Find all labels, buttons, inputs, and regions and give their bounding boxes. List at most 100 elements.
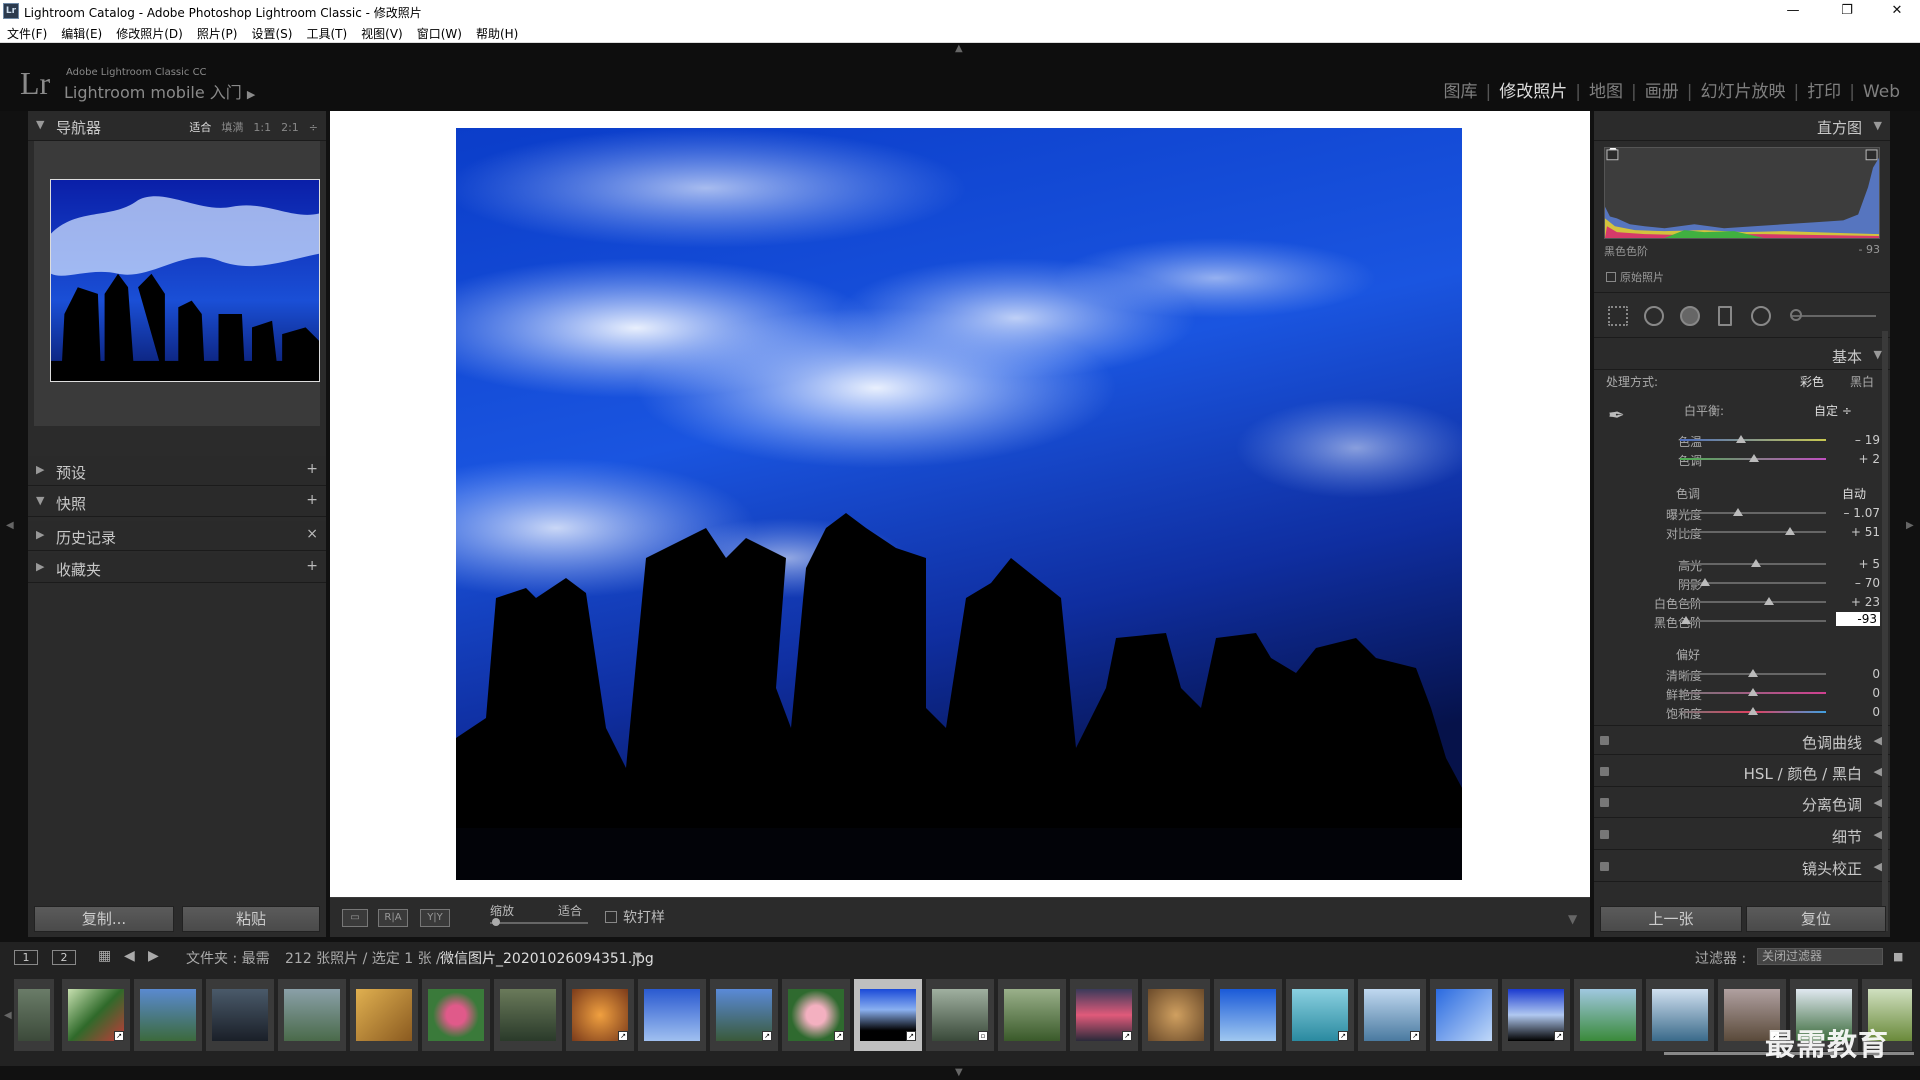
slider-value[interactable]: 0 xyxy=(1872,667,1880,681)
copy-button[interactable]: 复制... xyxy=(34,906,174,932)
panel-toggle-switch-icon[interactable] xyxy=(1600,767,1609,776)
add-preset-icon[interactable]: + xyxy=(306,461,318,477)
filter-lock-icon[interactable]: ■ xyxy=(1893,950,1903,963)
menu-help[interactable]: 帮助(H) xyxy=(469,23,525,42)
slider-clarity[interactable]: 清晰度 0 xyxy=(1594,665,1890,683)
checkbox-icon[interactable] xyxy=(1606,272,1616,282)
slider-exposure[interactable]: 曝光度 – 1.07 xyxy=(1594,504,1890,522)
slider-handle[interactable] xyxy=(1749,454,1760,462)
module-library[interactable]: 图库 xyxy=(1436,82,1486,102)
tone-curve-header[interactable]: 色调曲线 ◀ xyxy=(1594,725,1890,755)
slider-vibrance[interactable]: 鲜艳度 0 xyxy=(1594,684,1890,702)
module-map[interactable]: 地图 xyxy=(1581,82,1631,102)
filter-dropdown[interactable]: 关闭过滤器 xyxy=(1757,948,1883,965)
slider-shadows[interactable]: 阴影 – 70 xyxy=(1594,574,1890,592)
filmstrip-thumbnail[interactable]: ↗ xyxy=(1070,979,1138,1051)
treatment-color-option[interactable]: 彩色 xyxy=(1800,373,1824,390)
slider-value[interactable]: – 19 xyxy=(1855,433,1880,447)
collapse-filmstrip-arrow-icon[interactable]: ▼ xyxy=(955,1067,963,1078)
menu-file[interactable]: 文件(F) xyxy=(0,23,54,42)
filmstrip-thumbnail[interactable]: ↗ xyxy=(566,979,634,1051)
lens-corrections-header[interactable]: 镜头校正 ◀ xyxy=(1594,852,1890,882)
filmstrip-thumbnail[interactable] xyxy=(1214,979,1282,1051)
module-book[interactable]: 画册 xyxy=(1637,82,1687,102)
filmstrip-thumbnail[interactable] xyxy=(1646,979,1714,1051)
filmstrip-thumbnail[interactable] xyxy=(1142,979,1210,1051)
filmstrip-thumbnail[interactable]: ↗ xyxy=(710,979,778,1051)
slider-whites[interactable]: 白色色阶 + 23 xyxy=(1594,593,1890,611)
original-photo-checkbox[interactable]: 原始照片 xyxy=(1606,269,1664,285)
secondary-window-button[interactable]: 2 xyxy=(52,950,76,965)
slider-value[interactable]: 0 xyxy=(1872,705,1880,719)
slider-handle[interactable] xyxy=(1733,508,1744,516)
folder-source-label[interactable]: 文件夹 : 最需 xyxy=(186,948,270,968)
forward-arrow-icon[interactable]: ▶ xyxy=(148,948,159,964)
filmstrip-thumbnail[interactable]: ▫ xyxy=(926,979,994,1051)
filename-dropdown-icon[interactable]: ▼ xyxy=(634,951,642,962)
split-toning-header[interactable]: 分离色调 ◀ xyxy=(1594,788,1890,818)
histogram-chart[interactable] xyxy=(1604,147,1880,239)
slider-handle[interactable] xyxy=(1748,688,1758,696)
filmstrip-thumbnail[interactable] xyxy=(998,979,1066,1051)
slider-contrast[interactable]: 对比度 + 51 xyxy=(1594,523,1890,541)
slider-value[interactable]: + 51 xyxy=(1851,525,1880,539)
filmstrip-thumbnail[interactable]: ↗ xyxy=(1358,979,1426,1051)
blacks-value-input[interactable]: -93 xyxy=(1836,612,1880,626)
filmstrip-thumbnail[interactable] xyxy=(1430,979,1498,1051)
filmstrip-thumbnail[interactable] xyxy=(350,979,418,1051)
identity-plate[interactable]: Lightroom mobile 入门 ▶ xyxy=(64,79,255,103)
menu-settings[interactable]: 设置(S) xyxy=(244,23,299,42)
collapse-top-arrow-icon[interactable]: ▲ xyxy=(955,43,963,54)
white-balance-dropdown[interactable]: 自定 ÷ xyxy=(1814,402,1852,419)
zoom-fill[interactable]: 填满 xyxy=(221,121,243,134)
soft-proof-checkbox[interactable]: 软打样 xyxy=(605,907,665,927)
loupe-view-icon[interactable]: ▭ xyxy=(342,909,368,927)
menu-view[interactable]: 视图(V) xyxy=(354,23,410,42)
zoom-more-icon[interactable]: ÷ xyxy=(309,121,318,134)
filmstrip-thumbnail-selected[interactable]: ↗ xyxy=(854,979,922,1051)
grid-view-icon[interactable]: ▦ xyxy=(98,948,111,964)
collections-header[interactable]: ▶ 收藏夹 + xyxy=(28,553,326,583)
navigator-thumbnail[interactable] xyxy=(50,179,320,382)
slider-handle[interactable] xyxy=(1750,559,1761,567)
menu-develop[interactable]: 修改照片(D) xyxy=(109,23,190,42)
primary-window-button[interactable]: 1 xyxy=(14,950,38,965)
slider-tint[interactable]: 色调 + 2 xyxy=(1594,450,1890,468)
paste-button[interactable]: 粘贴 xyxy=(182,906,320,932)
white-balance-eyedropper-icon[interactable]: ✒ xyxy=(1608,403,1625,427)
slider-value[interactable]: + 5 xyxy=(1858,557,1880,571)
zoom-slider-handle[interactable] xyxy=(492,918,500,926)
panel-toggle-switch-icon[interactable] xyxy=(1600,798,1609,807)
auto-tone-button[interactable]: 自动 xyxy=(1842,485,1866,502)
radial-filter-icon[interactable] xyxy=(1751,306,1771,326)
zoom-2to1[interactable]: 2:1 xyxy=(281,121,299,134)
filmstrip-thumbnail[interactable] xyxy=(1574,979,1642,1051)
slider-value[interactable]: – 70 xyxy=(1855,576,1880,590)
slider-track[interactable] xyxy=(1680,620,1826,622)
toolbar-menu-chevron-icon[interactable]: ▼ xyxy=(1568,912,1577,926)
add-snapshot-icon[interactable]: + xyxy=(306,492,318,508)
detail-header[interactable]: 细节 ◀ xyxy=(1594,820,1890,850)
before-after-tb-button[interactable]: Y|Y xyxy=(420,909,450,927)
filmstrip-thumbnail[interactable] xyxy=(494,979,562,1051)
panel-toggle-switch-icon[interactable] xyxy=(1600,830,1609,839)
crop-tool-icon[interactable] xyxy=(1608,306,1628,326)
reset-button[interactable]: 复位 xyxy=(1746,906,1886,932)
navigator-header[interactable]: ▼ 导航器 适合 填满 1:1 2:1 ÷ xyxy=(28,111,326,141)
adjustment-brush-slider[interactable] xyxy=(1792,315,1876,317)
treatment-bw-option[interactable]: 黑白 xyxy=(1850,373,1874,390)
clear-history-icon[interactable]: × xyxy=(306,526,318,542)
spot-removal-icon[interactable] xyxy=(1644,306,1664,326)
module-develop[interactable]: 修改照片 xyxy=(1491,82,1575,102)
slider-track[interactable] xyxy=(1680,512,1826,514)
module-web[interactable]: Web xyxy=(1855,82,1908,102)
zoom-fit[interactable]: 适合 xyxy=(189,121,211,134)
checkbox-icon[interactable] xyxy=(605,911,617,923)
filmstrip-scroll-left-icon[interactable]: ◀ xyxy=(4,1010,12,1021)
slider-handle[interactable] xyxy=(1699,578,1710,586)
menu-edit[interactable]: 编辑(E) xyxy=(54,23,109,42)
histogram-header[interactable]: 直方图 ▼ xyxy=(1594,111,1890,141)
filmstrip-thumbnail[interactable] xyxy=(134,979,202,1051)
panel-toggle-switch-icon[interactable] xyxy=(1600,862,1609,871)
menu-window[interactable]: 窗口(W) xyxy=(410,23,469,42)
